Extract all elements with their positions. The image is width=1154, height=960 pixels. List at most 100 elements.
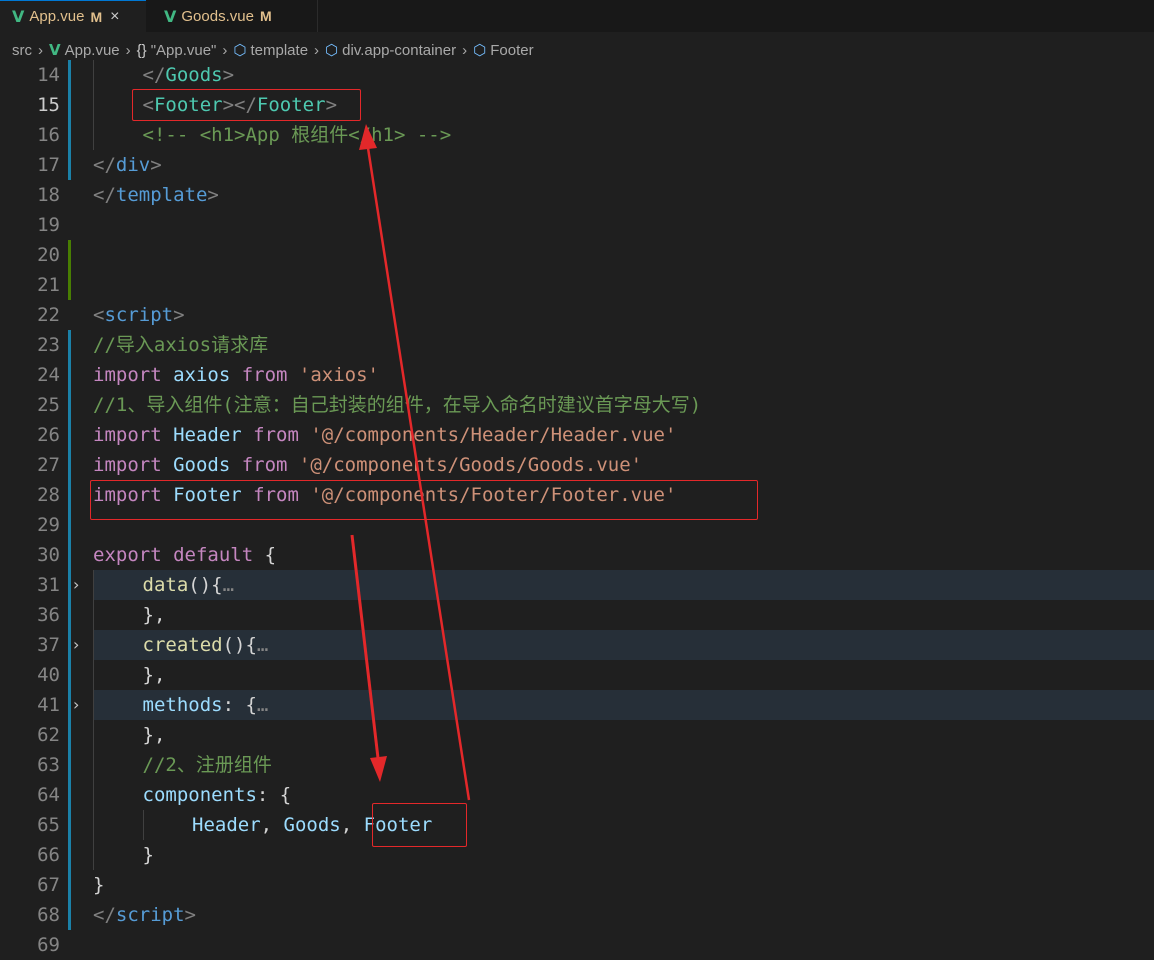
gutter-added-marker[interactable]	[68, 270, 71, 300]
annotation-box-template-footer	[132, 89, 361, 121]
chevron-right-icon[interactable]: ›	[73, 570, 79, 600]
module-icon: {}	[136, 41, 147, 59]
gutter-modified-marker[interactable]	[68, 660, 71, 690]
code-line[interactable]: 68 </script>	[0, 900, 1154, 930]
code-line[interactable]: 63 //2、注册组件	[0, 750, 1154, 780]
gutter-modified-marker[interactable]	[68, 420, 71, 450]
chevron-right-icon[interactable]: ›	[73, 690, 79, 720]
gutter-modified-marker[interactable]	[68, 600, 71, 630]
code-text[interactable]: //1、导入组件(注意：自己封装的组件，在导入命名时建议首字母大写)	[93, 390, 701, 420]
code-text[interactable]: },	[143, 720, 166, 750]
gutter-modified-marker[interactable]	[68, 360, 71, 390]
gutter-added-marker[interactable]	[68, 240, 71, 270]
code-text[interactable]: </template>	[93, 180, 219, 210]
code-text[interactable]: },	[143, 660, 166, 690]
code-token: //1、导入组件(注意：自己封装的组件，在导入命名时建议首字母大写)	[93, 394, 702, 416]
line-number: 26	[37, 424, 60, 446]
code-text[interactable]: data(){…	[143, 570, 235, 600]
code-text[interactable]: export default {	[93, 540, 276, 570]
chevron-right-icon[interactable]: ›	[73, 630, 79, 660]
code-line[interactable]: 65 Header, Goods, Footer	[0, 810, 1154, 840]
code-text[interactable]: <script>	[93, 300, 185, 330]
code-text[interactable]: import Goods from '@/components/Goods/Go…	[93, 450, 642, 480]
gutter-modified-marker[interactable]	[68, 120, 71, 150]
code-text[interactable]: </script>	[93, 900, 196, 930]
vue-icon: V	[12, 7, 25, 26]
code-line[interactable]: 17 </div>	[0, 150, 1154, 180]
gutter-modified-marker[interactable]	[68, 510, 71, 540]
code-line[interactable]: 20	[0, 240, 1154, 270]
gutter-modified-marker[interactable]	[68, 450, 71, 480]
gutter-modified-marker[interactable]	[68, 720, 71, 750]
code-line[interactable]: 24 import axios from 'axios'	[0, 360, 1154, 390]
code-text[interactable]: methods: {…	[143, 690, 269, 720]
gutter-modified-marker[interactable]	[68, 390, 71, 420]
gutter-modified-marker[interactable]	[68, 90, 71, 120]
tab-goods-vue[interactable]: V Goods.vue M	[146, 0, 318, 32]
code-token: axios	[173, 364, 242, 386]
code-line[interactable]: 67}	[0, 870, 1154, 900]
code-line[interactable]: 36},	[0, 600, 1154, 630]
code-line[interactable]: 69	[0, 930, 1154, 960]
breadcrumb-item-template[interactable]: template	[251, 42, 309, 59]
gutter-modified-marker[interactable]	[68, 570, 71, 600]
tab-app-vue[interactable]: V App.vue M ×	[0, 0, 146, 32]
gutter-modified-marker[interactable]	[68, 630, 71, 660]
code-text[interactable]: </div>	[93, 150, 162, 180]
code-text[interactable]: import axios from 'axios'	[93, 360, 379, 390]
gutter-modified-marker[interactable]	[68, 900, 71, 930]
gutter-modified-marker[interactable]	[68, 750, 71, 780]
gutter-modified-marker[interactable]	[68, 780, 71, 810]
code-line[interactable]: 22 <script>	[0, 300, 1154, 330]
indent-guide	[93, 750, 94, 780]
gutter-modified-marker[interactable]	[68, 540, 71, 570]
code-line[interactable]: 23 //导入axios请求库	[0, 330, 1154, 360]
code-text[interactable]: components: {	[143, 780, 292, 810]
code-line[interactable]: 40},	[0, 660, 1154, 690]
code-text[interactable]: }	[143, 840, 154, 870]
code-line[interactable]: 19	[0, 210, 1154, 240]
gutter-modified-marker[interactable]	[68, 870, 71, 900]
code-line[interactable]: 18 </template>	[0, 180, 1154, 210]
code-text[interactable]: <!-- <h1>App 根组件</h1> -->	[143, 120, 452, 150]
code-line[interactable]: 27 import Goods from '@/components/Goods/…	[0, 450, 1154, 480]
code-text[interactable]: import Header from '@/components/Header/…	[93, 420, 676, 450]
gutter-modified-marker[interactable]	[68, 690, 71, 720]
code-line[interactable]: 41 › methods: {…	[0, 690, 1154, 720]
cube-icon: ⬡	[325, 41, 339, 59]
code-token: import	[93, 364, 174, 386]
code-text[interactable]: created(){…	[143, 630, 269, 660]
code-line[interactable]: 16 <!-- <h1>App 根组件</h1> -->	[0, 120, 1154, 150]
gutter-modified-marker[interactable]	[68, 480, 71, 510]
breadcrumb-item-module[interactable]: "App.vue"	[151, 42, 217, 59]
code-line[interactable]: 30 export default {	[0, 540, 1154, 570]
code-line[interactable]: 26 import Header from '@/components/Heade…	[0, 420, 1154, 450]
code-text[interactable]: //2、注册组件	[143, 750, 272, 780]
code-text[interactable]: },	[143, 600, 166, 630]
code-text[interactable]: //导入axios请求库	[93, 330, 268, 360]
code-line[interactable]: 31 › data(){…	[0, 570, 1154, 600]
code-line[interactable]: 25 //1、导入组件(注意：自己封装的组件，在导入命名时建议首字母大写)	[0, 390, 1154, 420]
code-token: '@/components/Header/Header.vue'	[310, 424, 677, 446]
gutter-modified-marker[interactable]	[68, 60, 71, 90]
breadcrumb-item-src[interactable]: src	[12, 42, 32, 59]
code-line[interactable]: 14 </Goods>	[0, 60, 1154, 90]
code-text[interactable]: </Goods>	[143, 60, 235, 90]
gutter-modified-marker[interactable]	[68, 330, 71, 360]
modified-badge: M	[259, 8, 272, 24]
code-line[interactable]: 21	[0, 270, 1154, 300]
gutter-modified-marker[interactable]	[68, 840, 71, 870]
code-line[interactable]: 66}	[0, 840, 1154, 870]
code-line[interactable]: 37 › created(){…	[0, 630, 1154, 660]
gutter-modified-marker[interactable]	[68, 810, 71, 840]
code-text[interactable]: }	[93, 870, 104, 900]
gutter-modified-marker[interactable]	[68, 150, 71, 180]
breadcrumb-item-file[interactable]: App.vue	[65, 42, 120, 59]
code-line[interactable]: 62},	[0, 720, 1154, 750]
close-icon[interactable]: ×	[110, 8, 119, 26]
code-line[interactable]: 64 components: {	[0, 780, 1154, 810]
breadcrumb-item-div[interactable]: div.app-container	[342, 42, 456, 59]
breadcrumb-item-footer[interactable]: Footer	[490, 42, 533, 59]
code-token: >	[222, 64, 235, 86]
line-number: 20	[37, 244, 60, 266]
